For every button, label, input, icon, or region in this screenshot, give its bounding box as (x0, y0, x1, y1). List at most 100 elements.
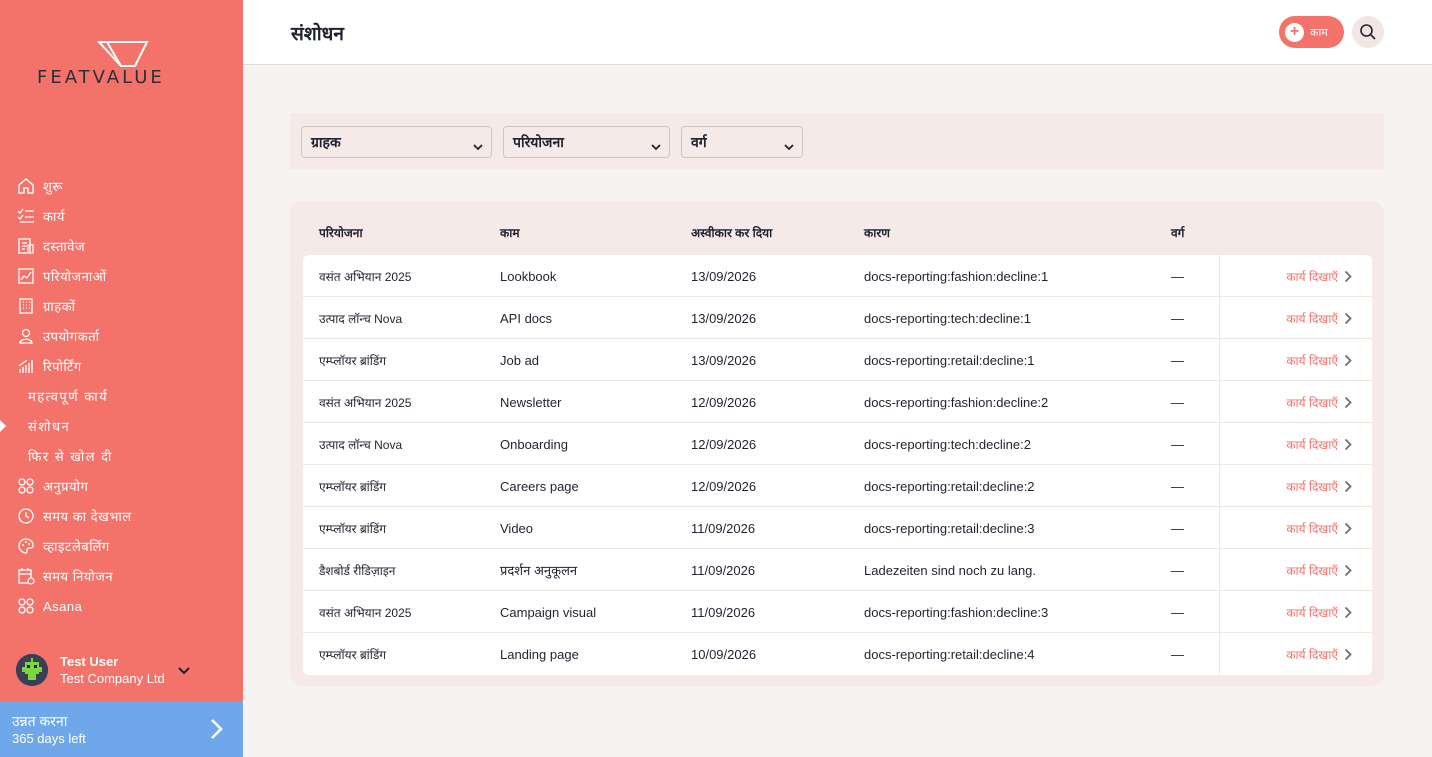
client-filter-value: ग्राहक (311, 133, 341, 150)
add-task-label: काम (1310, 26, 1328, 39)
show-task-label: कार्य दिखाएँ (1286, 311, 1338, 326)
project-cell: उत्पाद लॉन्च Nova (319, 437, 403, 452)
show-task-link[interactable]: कार्य दिखाएँ (1219, 297, 1372, 339)
show-task-link[interactable]: कार्य दिखाएँ (1219, 591, 1372, 633)
project-cell: वसंत अभियान 2025 (319, 269, 412, 284)
topbar: संशोधन + काम (243, 0, 1432, 65)
chevron-right-icon (1344, 312, 1352, 325)
chevron-right-icon (1344, 270, 1352, 283)
sidebar-item-label: परियोजनाओं (43, 269, 107, 284)
show-task-link[interactable]: कार्य दिखाएँ (1219, 549, 1372, 591)
rejected-date-cell: 12/09/2026 (691, 436, 757, 452)
project-filter-select[interactable]: परियोजना (503, 126, 670, 158)
show-task-link[interactable]: कार्य दिखाएँ (1219, 507, 1372, 549)
show-task-label: कार्य दिखाएँ (1286, 353, 1338, 368)
column-header-rejected: अस्वीकार कर दिया (691, 226, 773, 240)
robot-avatar-icon (16, 654, 48, 686)
rejected-date-cell: 11/09/2026 (691, 604, 756, 620)
sidebar-item-users[interactable]: उपयोगकर्ता (0, 321, 243, 351)
task-cell: Onboarding (500, 436, 568, 452)
logo-mark-icon (97, 41, 149, 67)
show-task-label: कार्य दिखाएँ (1286, 563, 1338, 578)
home-icon (17, 177, 35, 195)
category-cell: — (1171, 604, 1184, 620)
sidebar-subitem-reopened[interactable]: फिर से खोल दी (0, 441, 243, 471)
task-cell: API docs (500, 310, 553, 326)
sidebar-item-whitelabeling[interactable]: व्हाइटलेबलिंग (0, 531, 243, 561)
chevron-down-icon (651, 138, 661, 154)
table-row: वसंत अभियान 2025 Newsletter 12/09/2026 docs… (303, 381, 1372, 423)
chevron-down-icon (473, 138, 483, 154)
reason-cell: Ladezeiten sind noch zu lang. (864, 562, 1037, 578)
sidebar-item-apps[interactable]: अनुप्रयोग (0, 471, 243, 501)
show-task-link[interactable]: कार्य दिखाएँ (1219, 423, 1372, 465)
sidebar-item-projects[interactable]: परियोजनाओं (0, 261, 243, 291)
show-task-link[interactable]: कार्य दिखाएँ (1219, 255, 1372, 297)
upgrade-title: उन्नत करना (12, 713, 68, 729)
table-header: परियोजना काम अस्वीकार कर दिया कारण वर्ग (290, 201, 1384, 255)
column-header-category: वर्ग (1171, 226, 1185, 240)
brand-logo[interactable]: FEATVALUE (37, 40, 212, 90)
table-row: वसंत अभियान 2025 Campaign visual 11/09/202… (303, 591, 1372, 633)
sidebar-item-time-tracking[interactable]: समय का देखभाल (0, 501, 243, 531)
task-cell: Campaign visual (500, 604, 597, 620)
show-task-link[interactable]: कार्य दिखाएँ (1219, 339, 1372, 381)
task-cell: Newsletter (500, 394, 562, 410)
rejected-date-cell: 12/09/2026 (691, 478, 757, 494)
rejected-date-cell: 11/09/2026 (691, 520, 756, 536)
reason-cell: docs-reporting:tech:decline:2 (864, 436, 1031, 452)
sidebar-item-home[interactable]: शुरू (0, 171, 243, 201)
chevron-down-icon[interactable] (178, 662, 190, 680)
sidebar-item-time-planning[interactable]: समय नियोजन (0, 561, 243, 591)
show-task-link[interactable]: कार्य दिखाएँ (1219, 465, 1372, 507)
filter-bar: ग्राहक परियोजना वर्ग (290, 113, 1384, 169)
document-icon (17, 237, 35, 255)
column-header-task: काम (500, 226, 520, 240)
sidebar: FEATVALUE शुरू कार्य दस्तावेज परियोजनाओं… (0, 0, 243, 757)
category-cell: — (1171, 436, 1184, 452)
category-filter-value: वर्ग (691, 133, 707, 150)
sidebar-subitem-revisions[interactable]: संशोधन (0, 411, 243, 441)
sidebar-item-asana[interactable]: Asana (0, 591, 243, 621)
show-task-label: कार्य दिखाएँ (1286, 521, 1338, 536)
chevron-right-icon (1344, 354, 1352, 367)
reason-cell: docs-reporting:retail:decline:1 (864, 352, 1035, 368)
category-cell: — (1171, 352, 1184, 368)
upgrade-banner[interactable]: उन्नत करना 365 days left (0, 701, 243, 757)
category-cell: — (1171, 520, 1184, 536)
sidebar-item-reporting[interactable]: रिपोर्टिंग (0, 351, 243, 381)
bar-chart-icon (17, 357, 35, 375)
sidebar-subitem-label: संशोधन (28, 419, 71, 434)
apps-icon (17, 597, 35, 615)
task-cell: प्रदर्शन अनुकूलन (500, 563, 578, 578)
project-cell: एम्प्लॉयर ब्रांडिंग (319, 521, 387, 536)
user-company: Test Company Ltd (60, 671, 165, 686)
project-cell: एम्प्लॉयर ब्रांडिंग (319, 479, 387, 494)
sidebar-item-documents[interactable]: दस्तावेज (0, 231, 243, 261)
project-filter-value: परियोजना (513, 133, 564, 150)
timer-icon (17, 507, 35, 525)
category-cell: — (1171, 310, 1184, 326)
apps-icon (17, 477, 35, 495)
sidebar-subitem-label: फिर से खोल दी (28, 449, 113, 464)
sidebar-item-label: कार्य (43, 209, 65, 224)
sidebar-item-tasks[interactable]: कार्य (0, 201, 243, 231)
reason-cell: docs-reporting:fashion:decline:3 (864, 604, 1049, 620)
client-filter-select[interactable]: ग्राहक (301, 126, 492, 158)
rejected-date-cell: 11/09/2026 (691, 562, 756, 578)
add-task-button[interactable]: + काम (1279, 16, 1344, 48)
sidebar-item-clients[interactable]: ग्राहकों (0, 291, 243, 321)
task-cell: Video (500, 520, 534, 536)
sidebar-item-label: Asana (43, 598, 83, 614)
show-task-link[interactable]: कार्य दिखाएँ (1219, 633, 1372, 675)
upgrade-days-left: 365 days left (12, 731, 86, 746)
chevron-right-icon (1344, 648, 1352, 661)
sidebar-subitem-important-tasks[interactable]: महत्वपूर्ण कार्य (0, 381, 243, 411)
show-task-link[interactable]: कार्य दिखाएँ (1219, 381, 1372, 423)
search-button[interactable] (1352, 16, 1384, 48)
chevron-right-icon (1344, 564, 1352, 577)
user-menu[interactable]: Test User Test Company Ltd (16, 650, 226, 690)
chevron-right-icon (1344, 480, 1352, 493)
category-filter-select[interactable]: वर्ग (681, 126, 803, 158)
chevron-right-icon (1344, 438, 1352, 451)
